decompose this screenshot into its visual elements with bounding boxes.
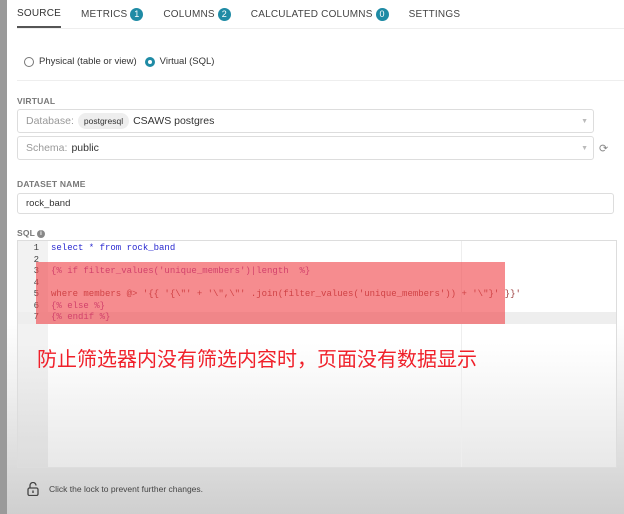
code-line: 1 select * from rock_band: [18, 243, 616, 255]
background-panel: [0, 0, 7, 514]
tab-label: METRICS: [80, 8, 128, 20]
tab-metrics[interactable]: METRICS 1: [80, 0, 144, 28]
dataset-name-input[interactable]: rock_band: [17, 193, 614, 214]
lock-footer: Click the lock to prevent further change…: [27, 482, 203, 496]
database-select[interactable]: Database: postgresql CSAWS postgres ▼: [17, 109, 594, 133]
schema-select[interactable]: Schema: public ▼: [17, 136, 594, 160]
lock-footer-text: Click the lock to prevent further change…: [49, 484, 204, 494]
database-name: CSAWS postgres: [133, 115, 215, 127]
tab-bar: SOURCE METRICS 1 COLUMNS 2 CALCULATED COLU…: [17, 0, 624, 29]
source-type-radio-group: Physical (table or view) Virtual (SQL): [24, 56, 214, 67]
count-badge: 1: [130, 7, 144, 21]
annotation-text: 防止筛选器内没有筛选内容时，页面没有数据显示: [37, 347, 477, 371]
unlock-icon[interactable]: [27, 482, 39, 496]
line-text: select * from rock_band: [51, 243, 176, 253]
count-badge: 0: [375, 7, 389, 21]
tab-calculated-columns[interactable]: CALCULATED COLUMNS 0: [251, 0, 389, 28]
chevron-down-icon: ▼: [581, 145, 588, 152]
tab-source[interactable]: SOURCE: [17, 0, 61, 28]
radio-physical-label[interactable]: Physical (table or view): [39, 56, 137, 67]
refresh-icon[interactable]: ⟳: [599, 142, 608, 155]
tab-label: SETTINGS: [408, 8, 461, 20]
dataset-name-label: DATASET NAME: [17, 179, 86, 189]
line-number: 1: [33, 243, 39, 253]
chevron-down-icon: ▼: [581, 118, 588, 125]
dataset-editor: SOURCE METRICS 1 COLUMNS 2 CALCULATED COLU…: [0, 0, 624, 514]
tab-columns[interactable]: COLUMNS 2: [163, 0, 231, 28]
virtual-section-label: VIRTUAL: [17, 96, 56, 106]
schema-value: public: [71, 142, 99, 154]
tab-label: COLUMNS: [163, 8, 215, 20]
database-backend-pill: postgresql: [77, 113, 130, 129]
radio-virtual-label[interactable]: Virtual (SQL): [160, 56, 215, 67]
highlight-overlay: [36, 262, 505, 324]
sql-label-text: SQL: [17, 228, 36, 238]
database-prefix: Database:: [26, 115, 74, 127]
tab-label: CALCULATED COLUMNS: [250, 8, 373, 20]
radio-virtual[interactable]: [144, 56, 155, 67]
radio-physical[interactable]: [24, 56, 34, 67]
divider: [17, 80, 624, 81]
tab-label: SOURCE: [17, 7, 61, 19]
sql-label: SQL i: [17, 228, 46, 238]
tab-settings[interactable]: SETTINGS: [409, 0, 461, 28]
info-icon[interactable]: i: [37, 229, 46, 238]
count-badge: 2: [217, 7, 231, 21]
schema-prefix: Schema:: [26, 142, 68, 154]
